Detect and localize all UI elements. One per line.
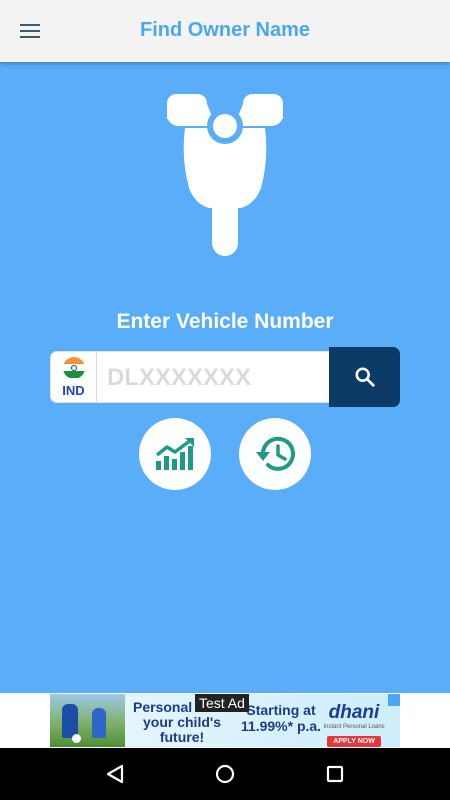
main-panel: Enter Vehicle Number IND: [0, 62, 450, 693]
ad-choices-icon[interactable]: [388, 694, 400, 706]
app-bar: Find Owner Name: [0, 0, 450, 62]
ad-banner[interactable]: Personal lo for your child's future! Sta…: [50, 694, 400, 747]
ad-brand-subtitle: Instant Personal Loans: [323, 724, 385, 730]
nav-recents-button[interactable]: [311, 750, 359, 798]
ad-rate-text: Starting at 11.99%* p.a.: [240, 702, 322, 734]
trending-chart-icon: [155, 438, 194, 470]
vehicle-number-field: IND: [50, 351, 330, 403]
page-title: Find Owner Name: [139, 19, 311, 41]
ad-area: Personal lo for your child's future! Sta…: [0, 693, 450, 748]
ad-image: [50, 694, 125, 747]
nav-home-button[interactable]: [201, 750, 249, 798]
search-button[interactable]: [329, 347, 400, 407]
test-ad-label: Test Ad: [195, 694, 249, 712]
ad-brand: dhani Instant Personal Loans APPLY NOW: [317, 702, 391, 747]
scooter-icon: [167, 94, 283, 256]
recents-icon: [326, 765, 344, 783]
history-icon: [256, 436, 295, 471]
ad-apply-button[interactable]: APPLY NOW: [327, 736, 381, 747]
search-icon: [354, 367, 375, 387]
dhani-logo: dhani: [328, 702, 380, 723]
country-code-label: IND: [62, 382, 85, 398]
country-badge: IND: [51, 352, 97, 402]
back-icon: [106, 764, 124, 784]
vehicle-number-input[interactable]: [107, 360, 323, 396]
enter-vehicle-number-label: Enter Vehicle Number: [116, 310, 334, 333]
system-nav-bar: [0, 748, 450, 800]
nav-back-button[interactable]: [91, 750, 139, 798]
statistics-button[interactable]: [139, 418, 211, 490]
history-button[interactable]: [239, 418, 311, 490]
india-flag-icon: [62, 356, 85, 379]
home-icon: [215, 764, 235, 784]
